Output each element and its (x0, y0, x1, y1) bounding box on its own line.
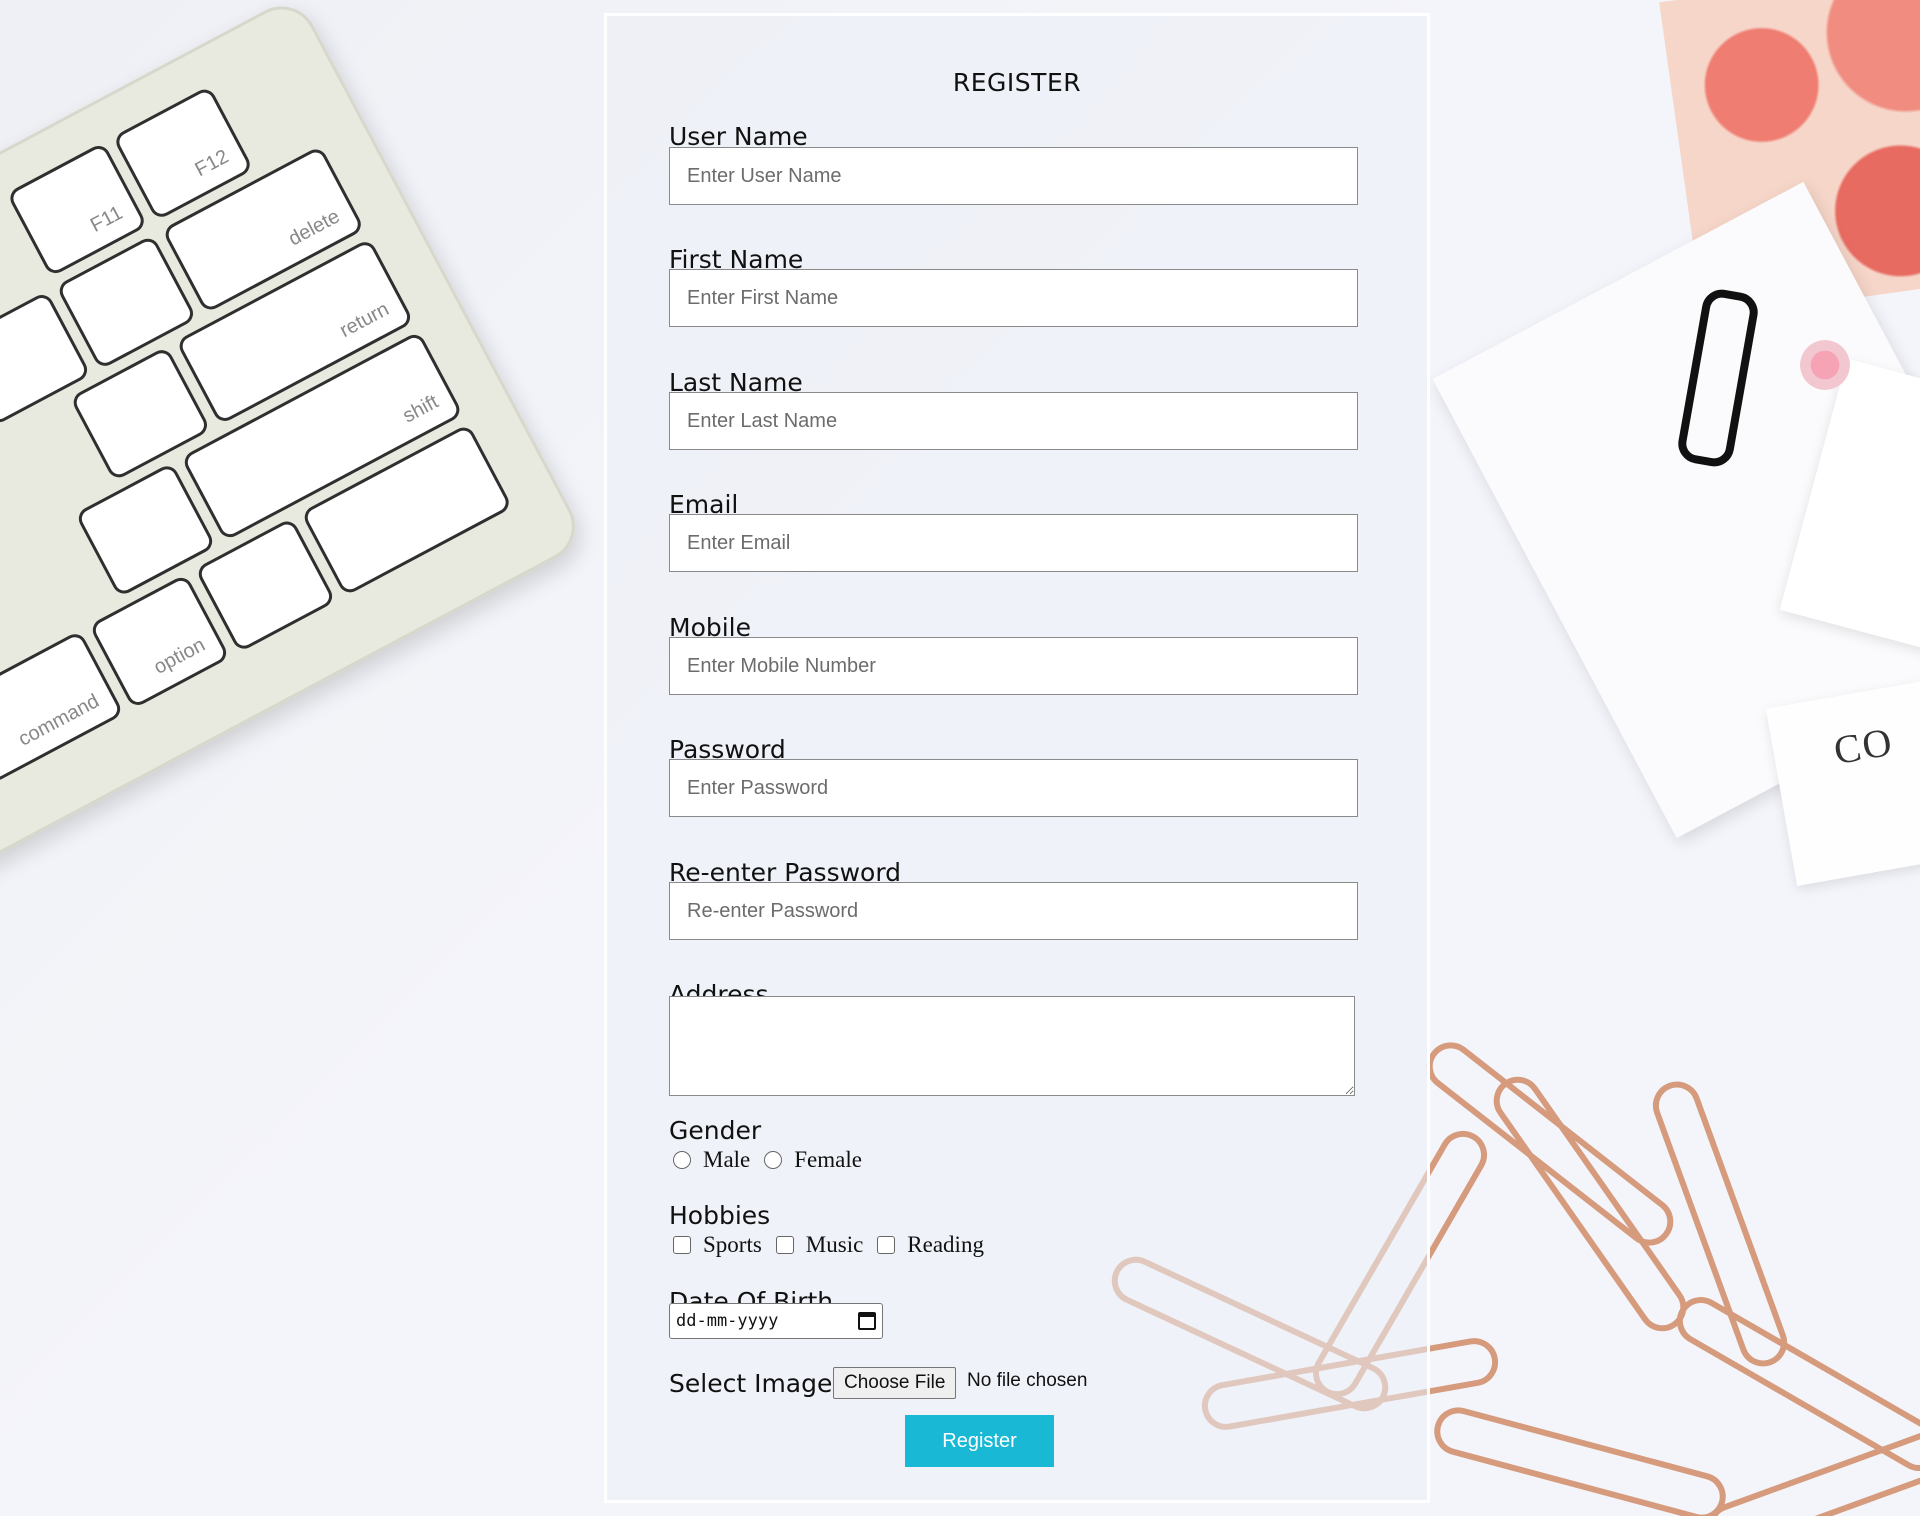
dob-input[interactable]: dd-mm-yyyy (669, 1303, 883, 1339)
register-form: REGISTER User Name First Name Last Name … (604, 13, 1430, 1503)
gender-label: Gender (669, 1116, 762, 1145)
register-button[interactable]: Register (905, 1415, 1054, 1467)
mobile-input[interactable] (669, 637, 1358, 695)
email-input[interactable] (669, 514, 1358, 572)
keyboard-image: F11 F12 delete return shift option comma… (0, 0, 588, 927)
reenter-password-input[interactable] (669, 882, 1358, 940)
female-label: Female (794, 1147, 862, 1172)
paper-card-text: CO (1765, 674, 1920, 886)
rose-image (1800, 340, 1850, 390)
choose-file-button[interactable]: Choose File (833, 1367, 957, 1399)
male-label: Male (703, 1147, 751, 1172)
last-name-input[interactable] (669, 392, 1358, 450)
form-title: REGISTER (952, 68, 1082, 97)
paperclip-image (1428, 1401, 1732, 1516)
username-input[interactable] (669, 147, 1358, 205)
male-radio[interactable] (673, 1151, 691, 1169)
dob-placeholder: dd-mm-yyyy (676, 1311, 779, 1331)
female-radio[interactable] (764, 1151, 783, 1169)
sports-label: Sports (703, 1232, 762, 1257)
file-status: No file chosen (967, 1370, 1088, 1391)
music-label: Music (805, 1232, 864, 1257)
password-input[interactable] (669, 759, 1358, 817)
select-image-label: Select Image (669, 1369, 833, 1398)
reading-label: Reading (907, 1232, 984, 1257)
hobbies-label: Hobbies (669, 1201, 771, 1230)
hobbies-options: Sports Music Reading (673, 1232, 984, 1258)
reading-checkbox[interactable] (877, 1236, 896, 1254)
calendar-icon[interactable] (858, 1312, 876, 1330)
music-checkbox[interactable] (775, 1236, 794, 1254)
sports-checkbox[interactable] (673, 1236, 691, 1254)
gender-options: Male Female (673, 1147, 862, 1173)
card-text: CO (1830, 718, 1897, 774)
address-textarea[interactable] (669, 996, 1355, 1096)
first-name-input[interactable] (669, 269, 1358, 327)
